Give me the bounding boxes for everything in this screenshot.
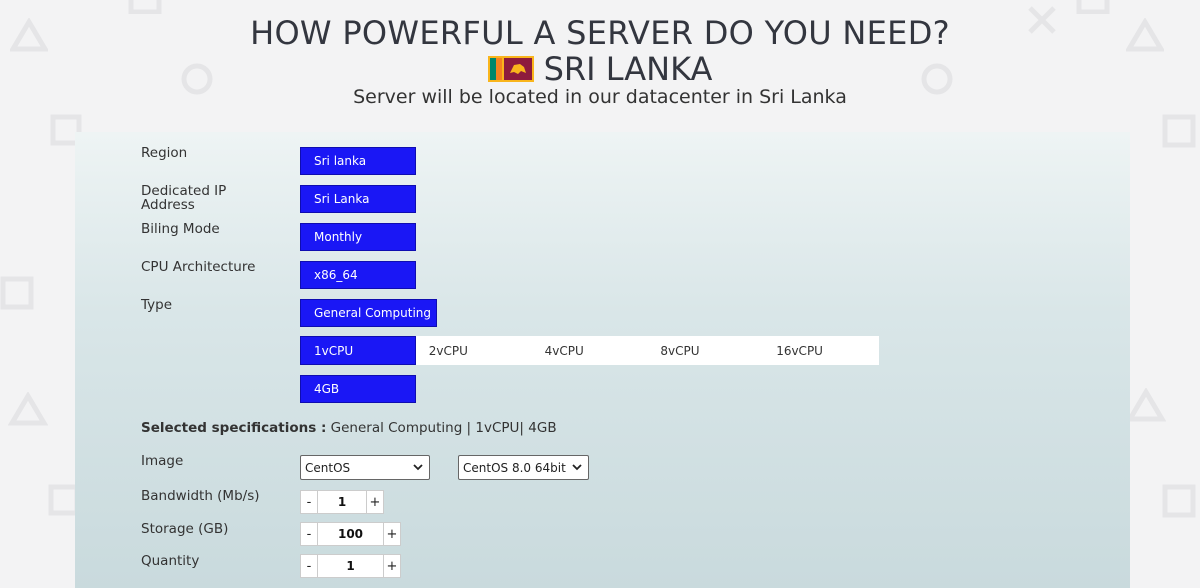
bandwidth-increase-button[interactable]: + <box>366 490 384 514</box>
bg-triangle-icon <box>1126 388 1166 422</box>
type-option[interactable]: General Computing <box>300 299 437 327</box>
quantity-stepper: - 1 + <box>300 554 401 578</box>
image-label: Image <box>141 453 184 469</box>
bandwidth-stepper: - 1 + <box>300 490 384 514</box>
bg-triangle-icon <box>8 392 48 426</box>
sri-lanka-flag-icon <box>487 56 534 82</box>
selected-specifications-label: Selected specifications : <box>141 420 327 436</box>
storage-increase-button[interactable]: + <box>383 522 401 546</box>
region-label: Region <box>141 145 188 161</box>
bandwidth-label: Bandwidth (Mb/s) <box>141 488 260 504</box>
vcpu-option[interactable]: 4vCPU <box>532 336 648 365</box>
country-heading: SRI LANKA <box>0 50 1200 88</box>
vcpu-option[interactable]: 8vCPU <box>647 336 763 365</box>
image-version-select[interactable]: CentOS 8.0 64bit <box>458 455 589 480</box>
vcpu-option[interactable]: 1vCPU <box>300 336 416 365</box>
bg-square-icon <box>1162 114 1196 148</box>
quantity-value[interactable]: 1 <box>318 554 383 578</box>
memory-option[interactable]: 4GB <box>300 375 416 403</box>
image-os-select[interactable]: CentOS <box>300 455 430 480</box>
billing-option[interactable]: Monthly <box>300 223 416 251</box>
dedicated-ip-label: Dedicated IP Address <box>141 183 227 213</box>
chevron-down-icon <box>572 464 582 471</box>
bg-square-icon <box>0 276 34 310</box>
bandwidth-value[interactable]: 1 <box>318 490 366 514</box>
cpu-architecture-label: CPU Architecture <box>141 259 256 275</box>
quantity-decrease-button[interactable]: - <box>300 554 318 578</box>
selected-specifications-value: General Computing | 1vCPU| 4GB <box>330 420 557 436</box>
quantity-increase-button[interactable]: + <box>383 554 401 578</box>
quantity-label: Quantity <box>141 553 200 569</box>
storage-stepper: - 100 + <box>300 522 401 546</box>
chevron-down-icon <box>413 464 423 471</box>
image-version-value: CentOS 8.0 64bit <box>463 460 566 475</box>
country-name: SRI LANKA <box>543 50 713 88</box>
bg-square-icon <box>1162 484 1196 518</box>
vcpu-option[interactable]: 2vCPU <box>416 336 532 365</box>
image-os-value: CentOS <box>305 460 351 475</box>
vcpu-option[interactable]: 16vCPU <box>763 336 879 365</box>
cpu-architecture-option[interactable]: x86_64 <box>300 261 416 289</box>
storage-value[interactable]: 100 <box>318 522 383 546</box>
bg-square-icon <box>128 0 162 14</box>
dedicated-ip-option[interactable]: Sri Lanka <box>300 185 416 213</box>
storage-label: Storage (GB) <box>141 521 229 537</box>
bandwidth-decrease-button[interactable]: - <box>300 490 318 514</box>
type-label: Type <box>141 297 173 313</box>
billing-label: Biling Mode <box>141 221 220 237</box>
bg-square-icon <box>1076 0 1110 14</box>
region-option[interactable]: Sri lanka <box>300 147 416 175</box>
storage-decrease-button[interactable]: - <box>300 522 318 546</box>
location-tagline: Server will be located in our datacenter… <box>353 86 847 108</box>
vcpu-selector: 1vCPU 2vCPU 4vCPU 8vCPU 16vCPU <box>300 336 879 365</box>
page-title: HOW POWERFUL A SERVER DO YOU NEED? <box>250 14 950 52</box>
selected-specifications: Selected specifications : General Comput… <box>141 420 557 436</box>
